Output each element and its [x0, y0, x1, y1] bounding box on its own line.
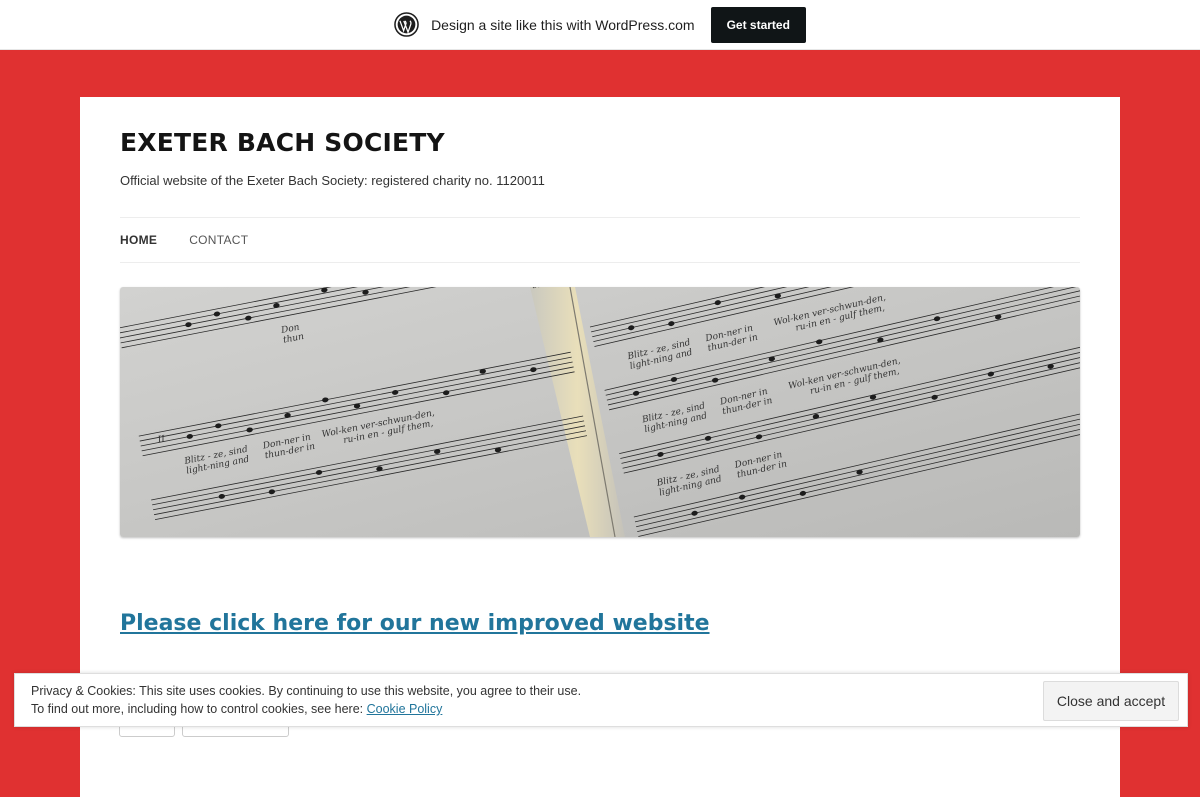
wordpress-logo-icon[interactable] — [394, 12, 419, 37]
nav-item-contact[interactable]: CONTACT — [189, 233, 248, 247]
site-tagline: Official website of the Exeter Bach Soci… — [120, 173, 545, 188]
wordpress-promo-bar: Design a site like this with WordPress.c… — [0, 0, 1200, 50]
cookie-banner: Privacy & Cookies: This site uses cookie… — [14, 673, 1188, 727]
close-and-accept-button[interactable]: Close and accept — [1043, 681, 1179, 721]
new-website-link[interactable]: Please click here for our new improved w… — [120, 611, 710, 636]
cookie-line-2-prefix: To find out more, including how to contr… — [31, 702, 367, 716]
nav-item-home[interactable]: HOME — [120, 233, 157, 247]
header-image: Don thun Blitz - ze, sind light-ning and… — [120, 287, 1080, 537]
sheet-music-image: Don thun Blitz - ze, sind light-ning and… — [120, 287, 1080, 537]
site-title[interactable]: EXETER BACH SOCIETY — [120, 128, 445, 157]
cookie-policy-link[interactable]: Cookie Policy — [367, 702, 443, 716]
promo-text: Design a site like this with WordPress.c… — [431, 16, 695, 33]
get-started-button[interactable]: Get started — [710, 6, 806, 43]
main-navigation: HOME CONTACT — [120, 217, 1080, 263]
cookie-line-1: Privacy & Cookies: This site uses cookie… — [31, 684, 582, 698]
cookie-text: Privacy & Cookies: This site uses cookie… — [31, 682, 581, 718]
cookie-line-2: To find out more, including how to contr… — [31, 700, 581, 718]
